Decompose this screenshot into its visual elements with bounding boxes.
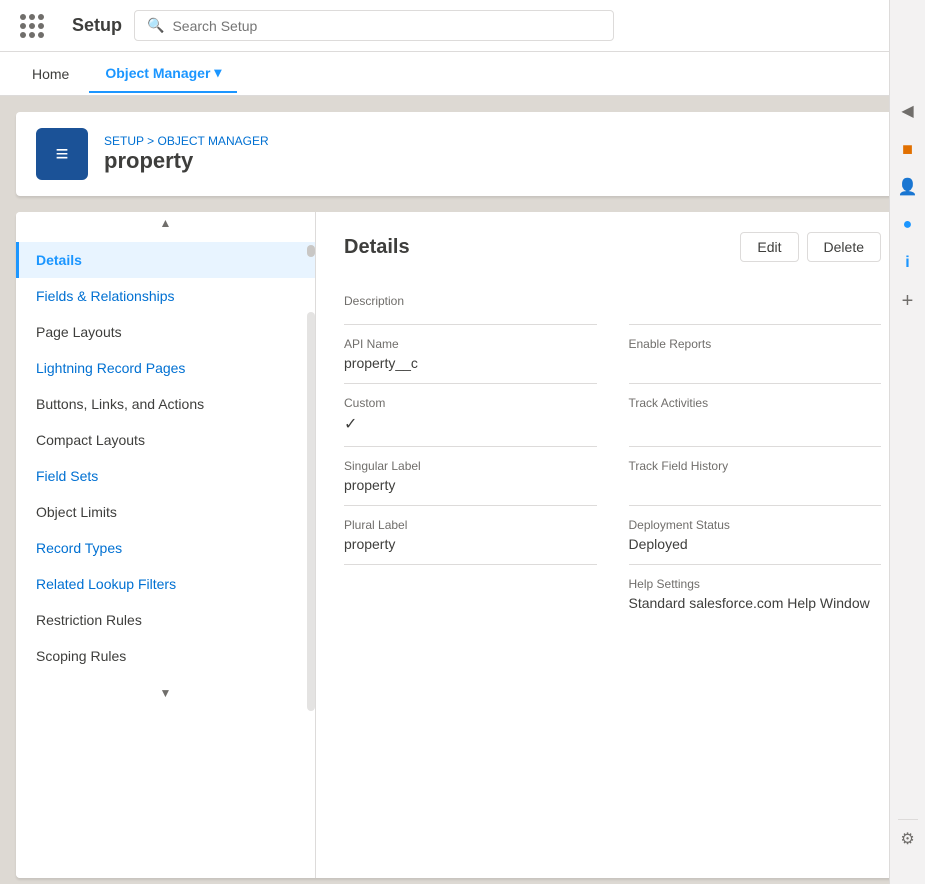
field-deployment-status-label: Deployment Status (629, 518, 882, 532)
breadcrumb-object-manager[interactable]: OBJECT MANAGER (157, 134, 268, 148)
detail-fields: Description API Name property__c Enable … (344, 282, 881, 623)
field-help-settings-label: Help Settings (629, 577, 882, 591)
edit-button[interactable]: Edit (740, 232, 798, 262)
sidebar-item-details[interactable]: Details (16, 242, 315, 278)
field-api-name: API Name property__c (344, 325, 597, 384)
field-track-activities: Track Activities (629, 384, 882, 447)
field-help-settings: Help Settings Standard salesforce.com He… (629, 565, 882, 623)
detail-header: Details Edit Delete (344, 232, 881, 262)
field-enable-reports-label: Enable Reports (629, 337, 882, 351)
nav-object-manager[interactable]: Object Manager ▾ (89, 54, 237, 93)
add-icon[interactable]: + (893, 286, 923, 316)
chevron-down-icon: ▾ (214, 64, 221, 81)
object-icon: ≡ (36, 128, 88, 180)
delete-button[interactable]: Delete (807, 232, 881, 262)
breadcrumb: SETUP > OBJECT MANAGER (104, 134, 269, 148)
field-enable-reports: Enable Reports (629, 325, 882, 384)
sidebar-item-scoping-rules[interactable]: Scoping Rules (16, 638, 315, 674)
nav-list: DetailsFields & RelationshipsPage Layout… (16, 234, 315, 682)
detail-actions: Edit Delete (740, 232, 881, 262)
field-custom-value: ✓ (344, 414, 597, 434)
field-empty-right (629, 282, 882, 325)
field-deployment-status-value: Deployed (629, 536, 882, 552)
field-custom-label: Custom (344, 396, 597, 410)
field-singular-label: Singular Label property (344, 447, 597, 506)
sidebar-item-fields-relationships[interactable]: Fields & Relationships (16, 278, 315, 314)
favorites-icon[interactable]: ■ (893, 134, 923, 164)
field-plural-label-label: Plural Label (344, 518, 597, 532)
field-api-name-label: API Name (344, 337, 597, 351)
field-empty-bottom-left (344, 565, 597, 623)
breadcrumb-setup[interactable]: SETUP (104, 134, 144, 148)
scroll-up-button[interactable]: ▲ (16, 212, 315, 234)
sidebar-item-record-types[interactable]: Record Types (16, 530, 315, 566)
gear-icon[interactable]: ⚙ (893, 824, 923, 854)
sidebar-item-related-lookup-filters[interactable]: Related Lookup Filters (16, 566, 315, 602)
field-plural-label-value: property (344, 536, 597, 552)
field-singular-label-value: property (344, 477, 597, 493)
sidebar-item-field-sets[interactable]: Field Sets (16, 458, 315, 494)
sidebar-item-compact-layouts[interactable]: Compact Layouts (16, 422, 315, 458)
sidebar-item-page-layouts[interactable]: Page Layouts (16, 314, 315, 350)
object-header: ≡ SETUP > OBJECT MANAGER property (16, 112, 909, 196)
search-box: 🔍 (134, 10, 614, 41)
detail-title: Details (344, 236, 410, 259)
info-icon[interactable]: i (893, 248, 923, 278)
field-description-label: Description (344, 294, 597, 308)
blue-dot-icon[interactable]: ● (893, 210, 923, 240)
app-launcher-button[interactable] (12, 6, 52, 46)
field-plural-label: Plural Label property (344, 506, 597, 565)
field-track-field-history: Track Field History (629, 447, 882, 506)
search-icon: 🔍 (147, 17, 164, 34)
field-description: Description (344, 282, 597, 325)
field-help-settings-value: Standard salesforce.com Help Window (629, 595, 882, 611)
right-sidebar: ◀ ■ 👤 ● i + ⚙ (889, 0, 925, 884)
nav-home[interactable]: Home (16, 56, 85, 92)
sidebar-item-lightning-record-pages[interactable]: Lightning Record Pages (16, 350, 315, 386)
sidebar-item-object-limits[interactable]: Object Limits (16, 494, 315, 530)
field-deployment-status: Deployment Status Deployed (629, 506, 882, 565)
field-track-field-history-label: Track Field History (629, 459, 882, 473)
sidebar-item-buttons-links-actions[interactable]: Buttons, Links, and Actions (16, 386, 315, 422)
collapse-icon[interactable]: ◀ (893, 96, 923, 126)
content-row: ▲ DetailsFields & RelationshipsPage Layo… (16, 212, 909, 878)
field-custom: Custom ✓ (344, 384, 597, 447)
left-nav: ▲ DetailsFields & RelationshipsPage Layo… (16, 212, 316, 878)
scroll-down-button[interactable]: ▼ (16, 682, 315, 704)
nav-bar: Home Object Manager ▾ (0, 52, 925, 96)
setup-label: Setup (72, 15, 122, 36)
detail-panel: Details Edit Delete Description API Name (316, 212, 909, 878)
sidebar-item-restriction-rules[interactable]: Restriction Rules (16, 602, 315, 638)
field-singular-label-label: Singular Label (344, 459, 597, 473)
field-api-name-value: property__c (344, 355, 597, 371)
breadcrumb-separator: > (147, 134, 157, 148)
field-track-activities-label: Track Activities (629, 396, 882, 410)
search-input[interactable] (172, 18, 601, 34)
layers-icon: ≡ (56, 141, 69, 167)
object-title: property (104, 148, 269, 174)
top-bar: Setup 🔍 (0, 0, 925, 52)
user-icon[interactable]: 👤 (893, 172, 923, 202)
